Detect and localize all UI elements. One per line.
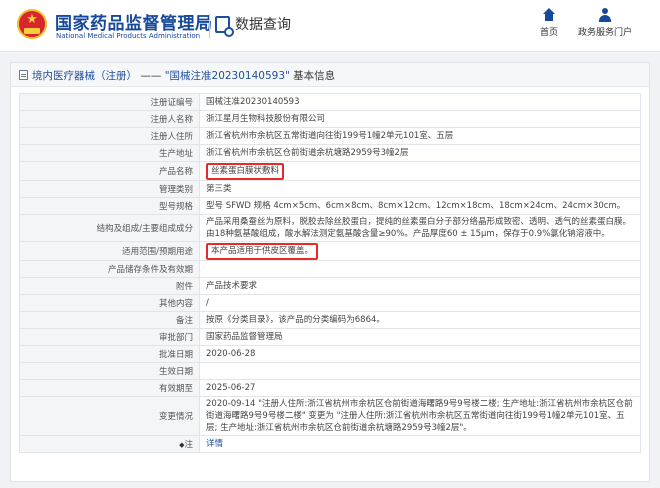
site-header: ★ 国家药品监督管理局 National Medical Products Ad… (0, 0, 660, 52)
field-value: 浙江省杭州市余杭区五常街道向往街199号1幢2单元101室、五层 (199, 127, 641, 145)
field-label: 适用范围/预期用途 (19, 241, 200, 261)
field-value: 国家药品监督管理局 (199, 328, 641, 346)
field-value: 2020-09-14 "注册人住所:浙江省杭州市余杭区仓前街道海曙路9号9号楼二… (199, 396, 641, 436)
home-icon (542, 8, 556, 22)
field-value: 国械注准20230140593 (199, 93, 641, 111)
field-label: 其他内容 (19, 294, 200, 312)
field-label: 有效期至 (19, 379, 200, 397)
field-value: 型号 SFWD 规格 4cm×5cm、6cm×8cm、8cm×12cm、12cm… (199, 197, 641, 215)
table-row: 产品名称 丝素蛋白膜状敷料 (19, 161, 641, 181)
table-row: 批准日期 2020-06-28 (19, 345, 641, 363)
field-value (199, 362, 641, 380)
details-link[interactable]: 详情 (206, 439, 223, 449)
panel-header: 境内医疗器械（注册） —— "国械注准20230140593" 基本信息 (11, 63, 649, 87)
field-label: 备注 (19, 311, 200, 329)
field-label: 产品储存条件及有效期 (19, 260, 200, 278)
field-label: 产品名称 (19, 161, 200, 181)
field-label: 审批部门 (19, 328, 200, 346)
section-title: 数据查询 (235, 17, 291, 33)
table-row: 生效日期 (19, 362, 641, 380)
field-label: 结构及组成/主要组成成分 (19, 214, 200, 242)
table-row: 产品储存条件及有效期 (19, 260, 641, 278)
field-label: 附件 (19, 277, 200, 295)
field-value: 详情 (199, 435, 641, 453)
field-label: 注册人名称 (19, 110, 200, 128)
table-row: 适用范围/预期用途 本产品适用于供皮区覆盖。 (19, 241, 641, 261)
table-row: 生产地址 浙江省杭州市余杭区仓前街道余杭塘路2959号3幢2层 (19, 144, 641, 162)
table-row: 其他内容 / (19, 294, 641, 312)
field-value: 2025-06-27 (199, 379, 641, 397)
table-row: 变更情况 2020-09-14 "注册人住所:浙江省杭州市余杭区仓前街道海曙路9… (19, 396, 641, 436)
breadcrumb-current: "国械注准20230140593" (164, 70, 290, 82)
field-value: 丝素蛋白膜状敷料 (199, 161, 641, 181)
field-value: 本产品适用于供皮区覆盖。 (199, 241, 641, 261)
field-label: ◆注 (19, 435, 200, 453)
attachment-link[interactable]: 产品技术要求 (199, 277, 641, 295)
header-divider (209, 14, 210, 38)
field-value: 2020-06-28 (199, 345, 641, 363)
table-row: 备注 按原《分类目录》，该产品的分类编码为6864。 (19, 311, 641, 329)
field-label: 注册人住所 (19, 127, 200, 145)
national-emblem-icon[interactable]: ★ (17, 9, 47, 39)
field-label: 型号规格 (19, 197, 200, 215)
table-row: 管理类别 第三类 (19, 180, 641, 198)
field-value: 浙江省杭州市余杭区仓前街道余杭塘路2959号3幢2层 (199, 144, 641, 162)
brand-title[interactable]: 国家药品监督管理局 (55, 9, 213, 34)
field-value: 按原《分类目录》，该产品的分类编码为6864。 (199, 311, 641, 329)
breadcrumb-category[interactable]: 境内医疗器械（注册） (32, 70, 137, 82)
field-value (199, 260, 641, 278)
table-row: ◆注 详情 (19, 435, 641, 453)
table-row: 审批部门 国家药品监督管理局 (19, 328, 641, 346)
breadcrumb-separator: —— (137, 70, 165, 82)
field-label: 生产地址 (19, 144, 200, 162)
breadcrumb: 境内医疗器械（注册） —— "国械注准20230140593" 基本信息 (32, 68, 335, 83)
nav-service-portal[interactable]: 政务服务门户 (578, 8, 632, 38)
note-label: 注 (184, 440, 193, 450)
product-name-highlight: 丝素蛋白膜状敷料 (206, 162, 285, 180)
nav-home-label: 首页 (540, 28, 559, 38)
field-value: / (199, 294, 641, 312)
intended-use-highlight: 本产品适用于供皮区覆盖。 (206, 242, 319, 260)
table-row: 注册人住所 浙江省杭州市余杭区五常街道向往街199号1幢2单元101室、五层 (19, 127, 641, 145)
field-label: 管理类别 (19, 180, 200, 198)
brand-subtitle: National Medical Products Administration (56, 32, 201, 40)
user-icon (598, 8, 612, 22)
detail-panel: 境内医疗器械（注册） —— "国械注准20230140593" 基本信息 注册证… (10, 62, 650, 482)
field-label: 注册证编号 (19, 93, 200, 111)
field-value: 产品采用桑蚕丝为原料，脱胶去除丝胶蛋白，提纯的丝素蛋白分子部分络晶形成致密、透明… (199, 214, 641, 242)
field-label: 批准日期 (19, 345, 200, 363)
table-row: 附件 产品技术要求 (19, 277, 641, 295)
table-row: 注册证编号 国械注准20230140593 (19, 93, 641, 111)
field-label: 生效日期 (19, 362, 200, 380)
breadcrumb-suffix: 基本信息 (289, 70, 336, 82)
field-value: 浙江星月生物科技股份有限公司 (199, 110, 641, 128)
table-row: 型号规格 型号 SFWD 规格 4cm×5cm、6cm×8cm、8cm×12cm… (19, 197, 641, 215)
table-row: 注册人名称 浙江星月生物科技股份有限公司 (19, 110, 641, 128)
info-table: 注册证编号 国械注准20230140593 注册人名称 浙江星月生物科技股份有限… (19, 93, 641, 453)
document-icon (19, 70, 28, 80)
data-search-icon (215, 16, 234, 37)
field-label: 变更情况 (19, 396, 200, 436)
table-row: 结构及组成/主要组成成分 产品采用桑蚕丝为原料，脱胶去除丝胶蛋白，提纯的丝素蛋白… (19, 214, 641, 242)
nav-service-portal-label: 政务服务门户 (578, 28, 633, 38)
nav-home[interactable]: 首页 (540, 8, 558, 38)
table-row: 有效期至 2025-06-27 (19, 379, 641, 397)
field-value: 第三类 (199, 180, 641, 198)
